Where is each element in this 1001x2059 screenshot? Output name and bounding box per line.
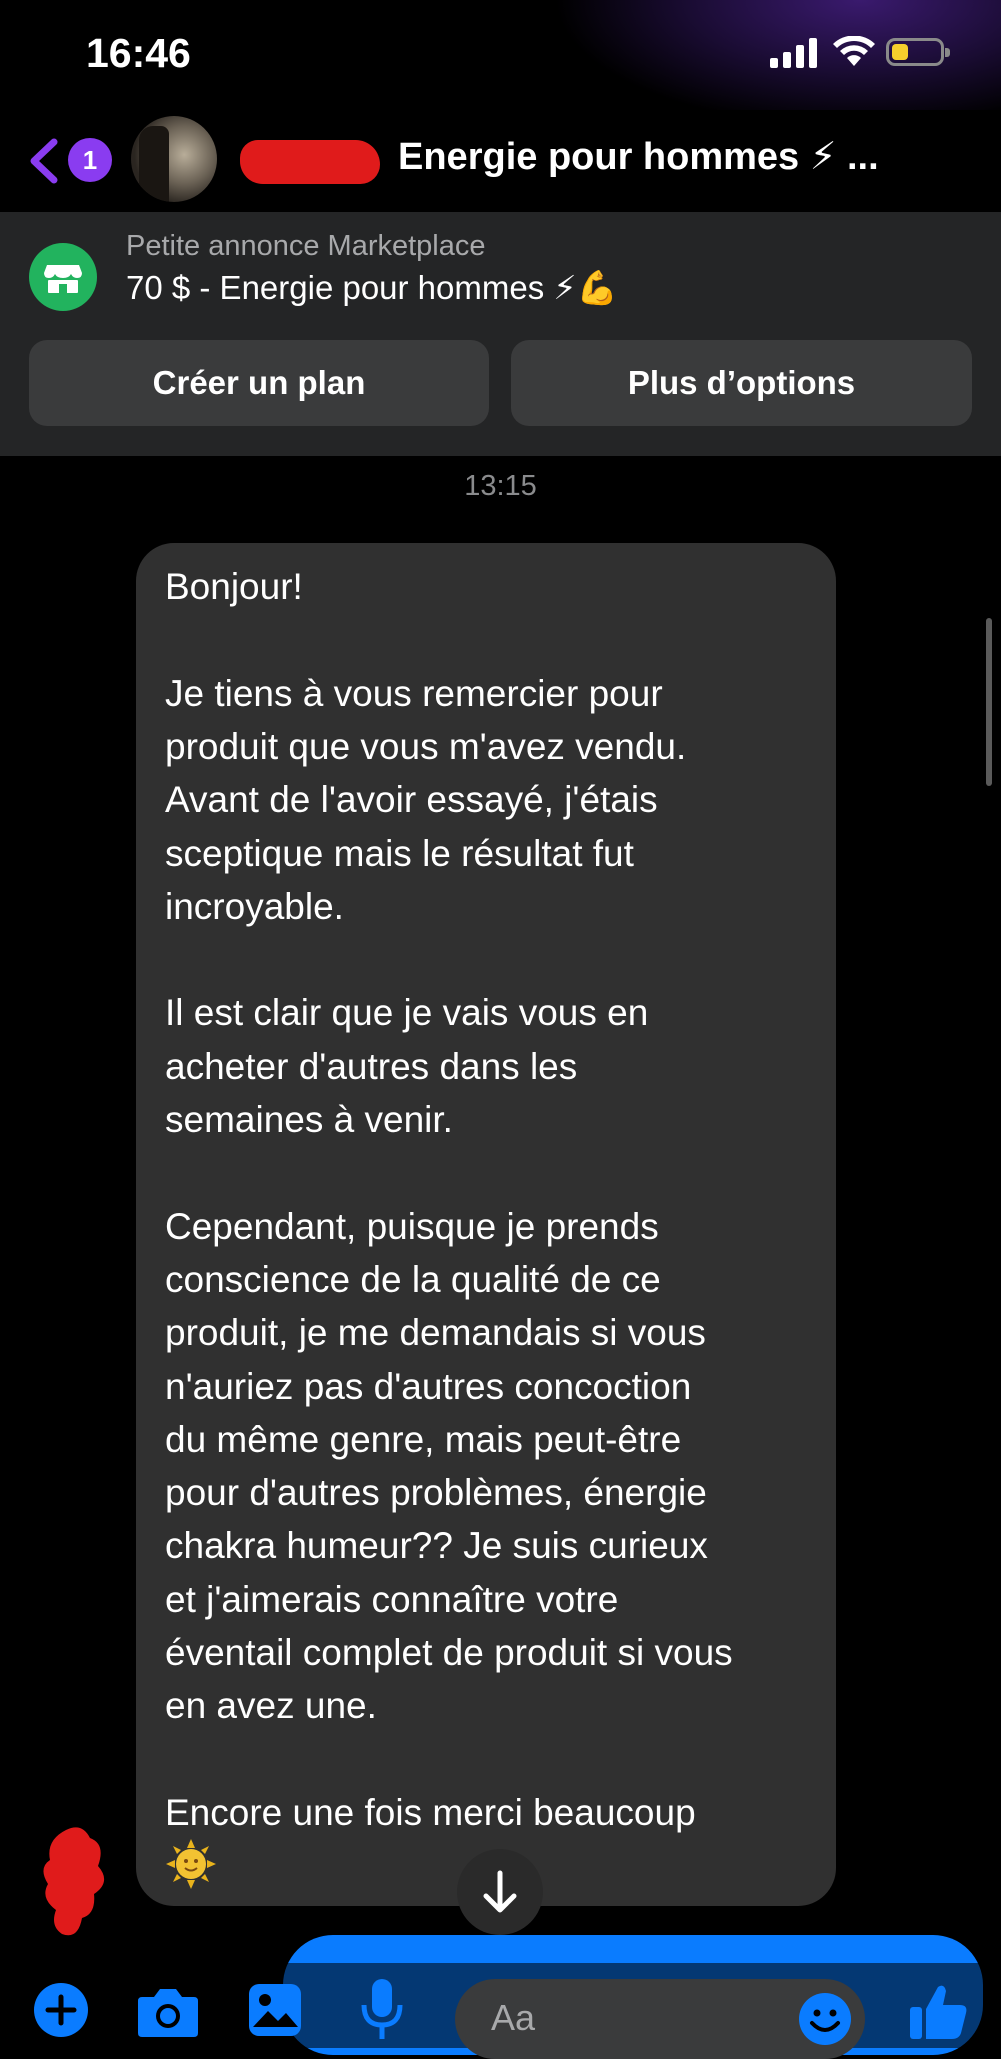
gallery-icon[interactable] bbox=[246, 1981, 304, 2039]
message-line: conscience de la qualité de ce bbox=[165, 1258, 661, 1300]
message-line: sceptique mais le résultat fut bbox=[165, 832, 634, 874]
marketplace-subtitle: Petite annonce Marketplace bbox=[126, 230, 486, 262]
message-line: Cependant, puisque je prends bbox=[165, 1205, 659, 1247]
message-line: produit que vous m'avez vendu. bbox=[165, 725, 687, 767]
message-line: et j'aimerais connaître votre bbox=[165, 1578, 619, 1620]
redacted-sender-avatar bbox=[43, 1827, 105, 1936]
message-line: Encore une fois merci beaucoup bbox=[165, 1791, 696, 1833]
message-line: produit, je me demandais si vous bbox=[165, 1312, 706, 1354]
chat-title[interactable]: Energie pour hommes ⚡ ... bbox=[398, 134, 879, 179]
message-input-placeholder: Aa bbox=[491, 1997, 536, 2038]
message-line: du même genre, mais peut-être bbox=[165, 1418, 682, 1460]
message-line: pour d'autres problèmes, énergie bbox=[165, 1472, 707, 1514]
message-input[interactable]: Aa bbox=[455, 1979, 865, 2059]
message-line: incroyable. bbox=[165, 885, 344, 927]
microphone-icon[interactable] bbox=[358, 1977, 406, 2043]
like-icon[interactable] bbox=[906, 1979, 970, 2043]
camera-icon[interactable] bbox=[136, 1983, 200, 2039]
create-plan-button[interactable]: Créer un plan bbox=[29, 340, 489, 426]
status-bar: 16:46 bbox=[0, 0, 1001, 110]
back-button[interactable]: 1 bbox=[26, 136, 118, 186]
message-timestamp: 13:15 bbox=[464, 470, 537, 502]
listing-title[interactable]: 70 $ - Energie pour hommes ⚡💪 bbox=[126, 268, 618, 308]
marketplace-banner: Petite annonce Marketplace 70 $ - Energi… bbox=[0, 212, 1001, 456]
message-composer: Aa bbox=[0, 1963, 1001, 2059]
message-line: Je tiens à vous remercier pour bbox=[165, 672, 663, 714]
message-line: Bonjour! bbox=[165, 566, 303, 607]
message-line: Avant de l'avoir essayé, j'étais bbox=[165, 779, 658, 821]
message-line: semaines à venir. bbox=[165, 1099, 453, 1140]
scrollbar[interactable] bbox=[986, 618, 992, 786]
arrow-down-icon bbox=[483, 1870, 517, 1913]
wifi-icon bbox=[833, 36, 875, 66]
scroll-to-bottom-button[interactable] bbox=[457, 1849, 543, 1935]
chevron-left-icon bbox=[30, 138, 58, 184]
marketplace-store-icon bbox=[29, 243, 97, 311]
redacted-contact-name bbox=[240, 140, 380, 184]
battery-icon bbox=[886, 38, 950, 66]
message-line: Il est clair que je vais vous en bbox=[165, 992, 649, 1034]
more-options-button[interactable]: Plus d’options bbox=[511, 340, 972, 426]
emoji-icon[interactable] bbox=[797, 1991, 853, 2047]
chat-header: 1 Energie pour hommes ⚡ ... bbox=[0, 110, 1001, 212]
contact-avatar[interactable] bbox=[131, 116, 217, 202]
status-time: 16:46 bbox=[86, 30, 191, 76]
message-line: n'auriez pas d'autres concoction bbox=[165, 1365, 692, 1407]
message-line: acheter d'autres dans les bbox=[165, 1045, 578, 1087]
sun-with-face-icon bbox=[166, 1839, 216, 1889]
message-line: en avez une. bbox=[165, 1685, 377, 1727]
unread-count-badge: 1 bbox=[68, 138, 112, 182]
message-line: chakra humeur?? Je suis curieux bbox=[165, 1525, 708, 1567]
signal-icon bbox=[770, 38, 817, 68]
message-line: éventail complet de produit si vous bbox=[165, 1632, 733, 1673]
plus-icon[interactable] bbox=[32, 1981, 90, 2039]
